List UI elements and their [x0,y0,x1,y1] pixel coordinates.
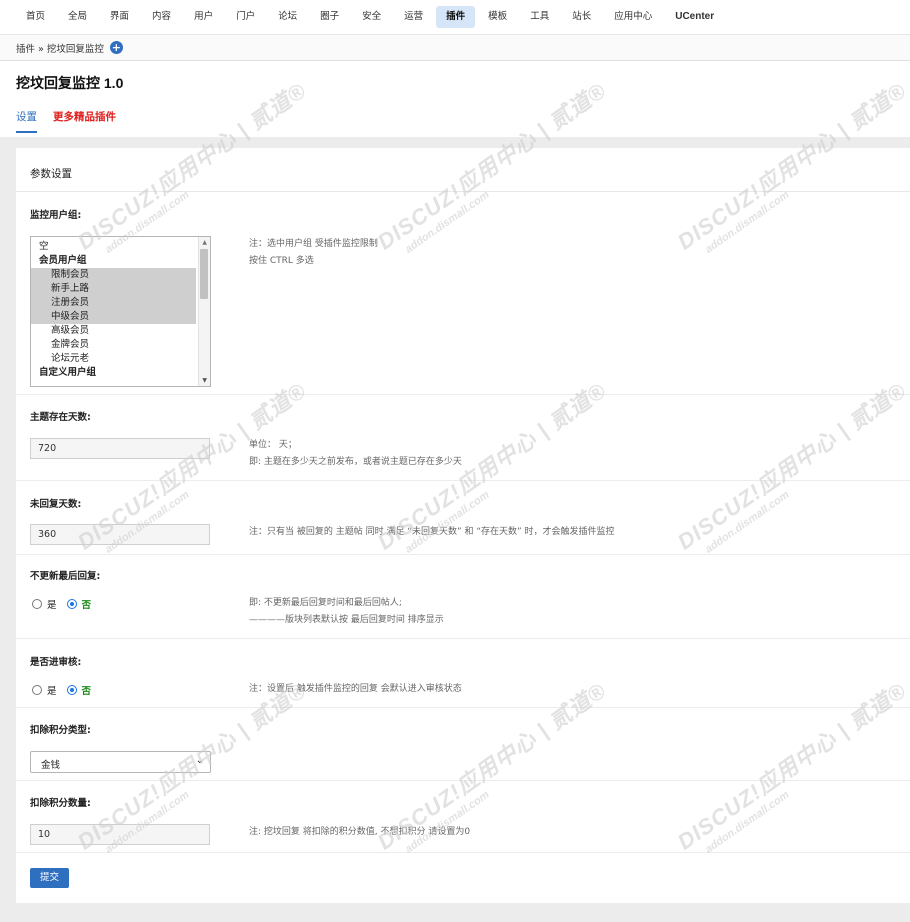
nav-content[interactable]: 内容 [142,6,181,28]
radio-no-label[interactable]: 否 [82,683,92,697]
scroll-up-icon[interactable]: ▲ [202,239,207,246]
no-reply-days-label: 未回复天数: [30,499,82,510]
panel-header: 参数设置 [16,148,910,192]
topic-days-label: 主题存在天数: [30,412,91,423]
top-nav: 首页 全局 界面 内容 用户 门户 论坛 圈子 安全 运营 插件 模板 工具 站… [0,0,910,35]
multiselect-scrollbar[interactable]: ▲ ▼ [198,237,210,386]
nav-plugins[interactable]: 插件 [436,6,476,28]
radio-no[interactable] [66,599,77,609]
topic-days-note: 单位： 天； 即: 主题在多少天之前发布，或者说主题已存在多少天 [249,437,462,471]
monitor-groups-note-line1: 注：选中用户组 受插件监控限制 [249,239,378,249]
nav-interface[interactable]: 界面 [100,6,139,28]
radio-no[interactable] [66,685,77,695]
nav-admin[interactable]: 站长 [562,6,601,28]
credit-type-value: 金钱 [41,760,61,771]
credit-amount-input[interactable]: 10 [30,824,210,845]
topic-days-note-line2: 即: 主题在多少天之前发布，或者说主题已存在多少天 [249,457,462,467]
option-forum-elder[interactable]: 论坛元老 [31,352,210,366]
optgroup-member: 会员用户组 [39,255,87,266]
row-divider [16,554,910,555]
row-divider [16,707,910,708]
tab-more-plugins[interactable]: 更多精品插件 [53,107,116,133]
nav-global[interactable]: 全局 [58,6,97,28]
credit-type-select[interactable]: 金钱 ⌄ [30,751,211,773]
no-update-last-reply-label: 不更新最后回复: [30,571,101,582]
nav-templates[interactable]: 模板 [478,6,517,28]
monitor-groups-label: 监控用户组: [30,210,82,221]
radio-yes[interactable] [32,685,42,695]
tab-settings[interactable]: 设置 [16,107,37,133]
no-update-note-line2: ————版块列表默认按 最后回复时间 排序显示 [249,615,444,625]
no-reply-days-input[interactable]: 360 [30,524,210,545]
monitor-groups-multiselect[interactable]: 空 会员用户组 限制会员 新手上路 注册会员 中级会员 高级会员 金牌会员 论坛… [30,236,211,387]
scrollbar-thumb[interactable] [200,249,208,299]
option-gold-member[interactable]: 金牌会员 [31,338,210,352]
no-reply-days-note: 注：只有当 被回复的 主题帖 同时 满足 “未回复天数” 和 “存在天数” 时，… [249,527,615,537]
nav-home[interactable]: 首页 [16,6,55,28]
breadcrumb: 插件 » 挖坟回复监控 + [0,35,910,61]
row-divider [16,480,910,481]
option-registered-member[interactable]: 注册会员 [31,296,196,310]
row-divider [16,394,910,395]
no-update-last-reply-note: 即: 不更新最后回复时间和最后回帖人; ————版块列表默认按 最后回复时间 排… [249,595,444,629]
breadcrumb-text: 插件 » 挖坟回复监控 [16,43,104,55]
no-update-note-line1: 即: 不更新最后回复时间和最后回帖人; [249,598,402,608]
row-divider [16,780,910,781]
page-title: 挖坟回复监控 1.0 [16,75,124,91]
topic-days-input[interactable]: 720 [30,438,210,459]
optgroup-custom: 自定义用户组 [39,367,97,378]
no-update-last-reply-radios: 是 否 [32,597,101,611]
nav-security[interactable]: 安全 [352,6,391,28]
nav-forum[interactable]: 论坛 [268,6,307,28]
option-mid-member[interactable]: 中级会员 [31,310,196,324]
monitor-groups-note-line2: 按住 CTRL 多选 [249,256,314,266]
chevron-down-icon: ⌄ [195,755,204,766]
option-senior-member[interactable]: 高级会员 [31,324,210,338]
nav-portal[interactable]: 门户 [226,6,265,28]
radio-yes-label[interactable]: 是 [47,597,57,611]
credit-amount-note: 注: 挖坟回复 将扣除的积分数值, 不想扣积分 请设置为0 [249,827,471,837]
credit-type-label: 扣除积分类型: [30,725,91,736]
nav-ucenter[interactable]: UCenter [665,6,724,28]
moderate-radios: 是 否 [32,683,101,697]
row-divider [16,638,910,639]
settings-panel: 参数设置 监控用户组: 空 会员用户组 限制会员 新手上路 注册会员 中级会员 … [16,148,910,903]
moderate-label: 是否进审核: [30,657,82,668]
option-restricted-member[interactable]: 限制会员 [31,268,196,282]
radio-no-label[interactable]: 否 [82,597,92,611]
nav-users[interactable]: 用户 [184,6,223,28]
nav-tools[interactable]: 工具 [520,6,559,28]
tab-bar: 设置 更多精品插件 [0,107,910,133]
nav-operation[interactable]: 运营 [394,6,433,28]
radio-yes-label[interactable]: 是 [47,683,57,697]
credit-amount-label: 扣除积分数量: [30,798,91,809]
nav-group[interactable]: 圈子 [310,6,349,28]
scroll-down-icon[interactable]: ▼ [202,377,207,384]
option-newbie[interactable]: 新手上路 [31,282,196,296]
nav-app-center[interactable]: 应用中心 [604,6,662,28]
radio-yes[interactable] [32,599,42,609]
add-circle-icon[interactable]: + [109,41,123,54]
row-divider [16,852,910,853]
submit-button[interactable]: 提交 [30,868,69,888]
monitor-groups-note: 注：选中用户组 受插件监控限制 按住 CTRL 多选 [249,236,378,270]
option-empty[interactable]: 空 [31,240,210,254]
topic-days-note-line1: 单位： 天； [249,440,297,450]
moderate-note: 注：设置后 触发插件监控的回复 会默认进入审核状态 [249,684,462,694]
